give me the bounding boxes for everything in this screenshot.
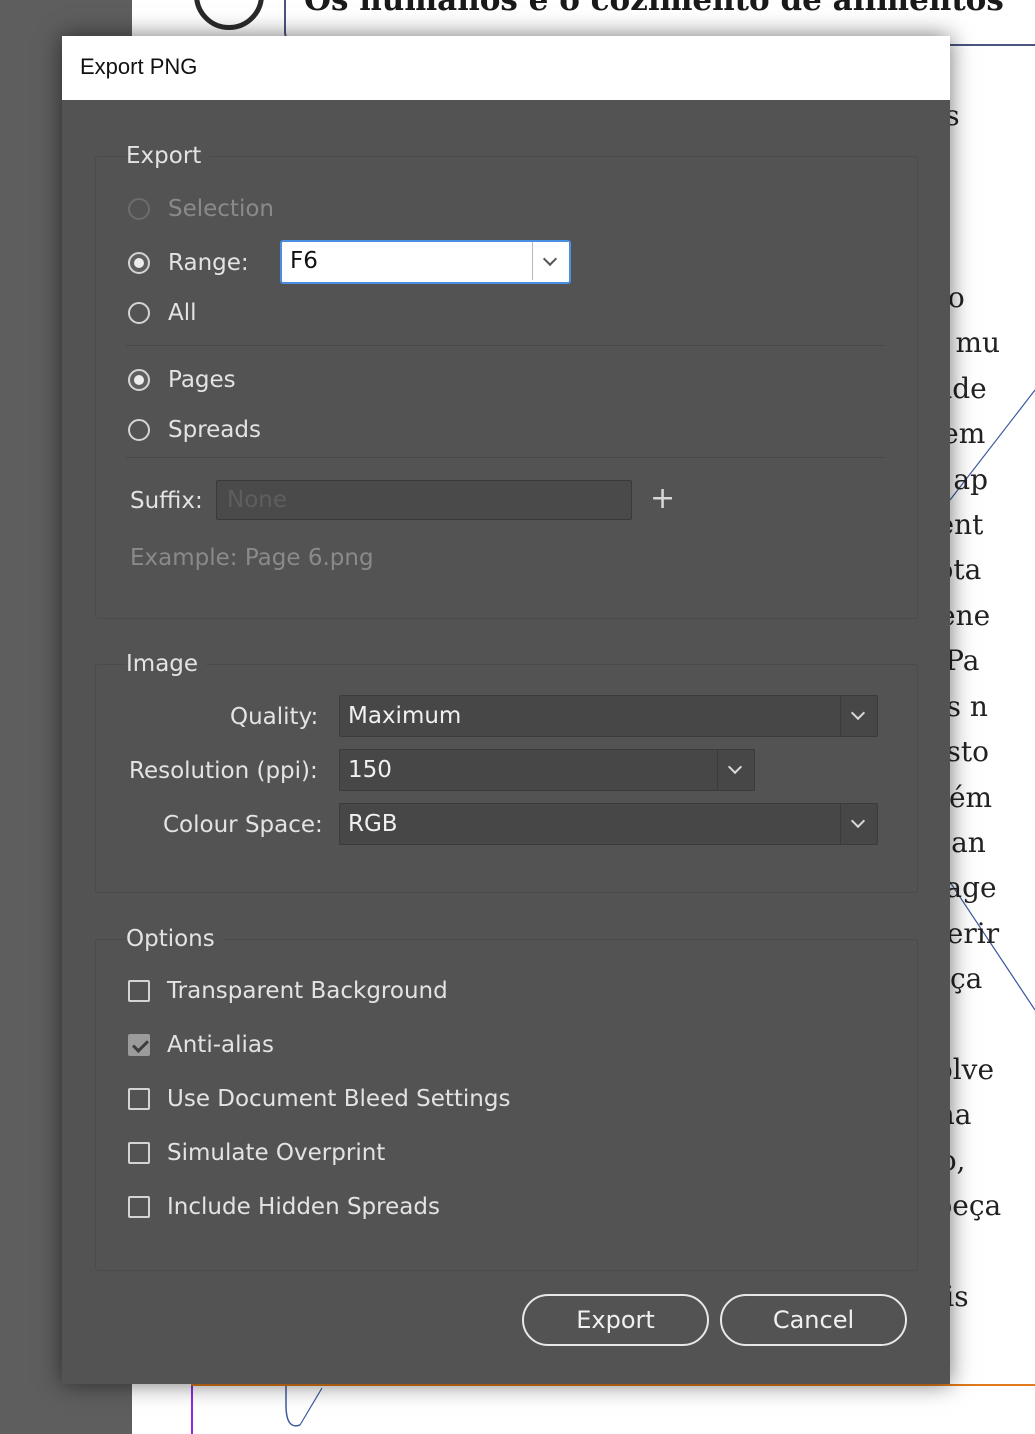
anti-alias-checkbox[interactable] — [128, 1034, 150, 1056]
suffix-placeholder: None — [227, 487, 288, 513]
include-hidden-label: Include Hidden Spreads — [167, 1194, 440, 1220]
pages-label: Pages — [168, 367, 236, 393]
selection-option: Selection — [128, 196, 274, 222]
spreads-option[interactable]: Spreads — [128, 417, 261, 443]
use-bleed-label: Use Document Bleed Settings — [167, 1086, 511, 1112]
bleed-guide-horizontal — [191, 1384, 1035, 1386]
simulate-overprint-checkbox[interactable] — [128, 1142, 150, 1164]
quality-label: Quality: — [230, 704, 319, 730]
colour-space-value: RGB — [348, 811, 398, 837]
transparent-background-checkbox[interactable] — [128, 980, 150, 1002]
spreads-radio[interactable] — [128, 419, 150, 441]
all-label: All — [168, 300, 197, 326]
anti-alias-label: Anti-alias — [167, 1032, 274, 1058]
add-suffix-token-icon[interactable]: + — [650, 484, 675, 514]
options-group-legend: Options — [126, 925, 223, 953]
example-text-row: Example: Page 6.png — [130, 544, 374, 572]
colour-space-select[interactable]: RGB — [339, 803, 878, 845]
chevron-down-icon — [727, 759, 743, 775]
range-label: Range: — [168, 250, 249, 276]
spreads-label: Spreads — [168, 417, 261, 443]
pages-radio[interactable] — [128, 369, 150, 391]
include-hidden-checkbox[interactable] — [128, 1196, 150, 1218]
suffix-input[interactable]: None — [216, 480, 632, 520]
dialog-title: Export PNG — [80, 54, 198, 79]
range-radio[interactable] — [128, 252, 150, 274]
simulate-overprint-label: Simulate Overprint — [167, 1140, 386, 1166]
resolution-label: Resolution (ppi): — [129, 758, 318, 784]
resolution-combobox[interactable]: 150 — [339, 749, 755, 791]
image-group-legend: Image — [126, 650, 207, 678]
range-option[interactable]: Range: — [128, 250, 249, 276]
simulate-overprint-option[interactable]: Simulate Overprint — [128, 1140, 385, 1166]
chevron-down-icon — [850, 705, 866, 721]
quality-select[interactable]: Maximum — [339, 695, 878, 737]
cancel-button[interactable]: Cancel — [720, 1294, 907, 1346]
range-dropdown-button[interactable] — [532, 242, 569, 280]
use-bleed-option[interactable]: Use Document Bleed Settings — [128, 1086, 510, 1112]
chevron-down-icon — [542, 251, 558, 267]
export-group-legend: Export — [126, 142, 210, 170]
range-value[interactable]: F6 — [290, 248, 318, 274]
include-hidden-option[interactable]: Include Hidden Spreads — [128, 1194, 440, 1220]
example-text: Example: Page 6.png — [130, 545, 374, 571]
colour-space-dropdown-button[interactable] — [840, 804, 877, 844]
all-radio[interactable] — [128, 302, 150, 324]
suffix-label: Suffix: — [130, 488, 203, 514]
range-combobox[interactable]: F6 — [280, 240, 571, 284]
anti-alias-option[interactable]: Anti-alias — [128, 1032, 274, 1058]
selection-label: Selection — [168, 196, 274, 222]
resolution-value[interactable]: 150 — [348, 757, 392, 783]
export-divider-1 — [126, 345, 885, 346]
resolution-dropdown-button[interactable] — [717, 750, 754, 790]
export-button[interactable]: Export — [522, 1294, 709, 1346]
margin-guide-vertical — [191, 1380, 193, 1434]
use-bleed-checkbox[interactable] — [128, 1088, 150, 1110]
selection-radio — [128, 198, 150, 220]
quality-dropdown-button[interactable] — [840, 696, 877, 736]
export-divider-2 — [126, 457, 885, 458]
all-option[interactable]: All — [128, 300, 197, 326]
dialog-titlebar[interactable]: Export PNG — [62, 36, 950, 100]
chevron-down-icon — [850, 813, 866, 829]
pages-option[interactable]: Pages — [128, 367, 236, 393]
quality-value: Maximum — [348, 703, 462, 729]
transparent-background-label: Transparent Background — [167, 978, 448, 1004]
colour-space-label: Colour Space: — [163, 812, 323, 838]
export-png-dialog: Export PNG Export Selection Range: F6 Al… — [62, 36, 950, 1384]
transparent-background-option[interactable]: Transparent Background — [128, 978, 448, 1004]
